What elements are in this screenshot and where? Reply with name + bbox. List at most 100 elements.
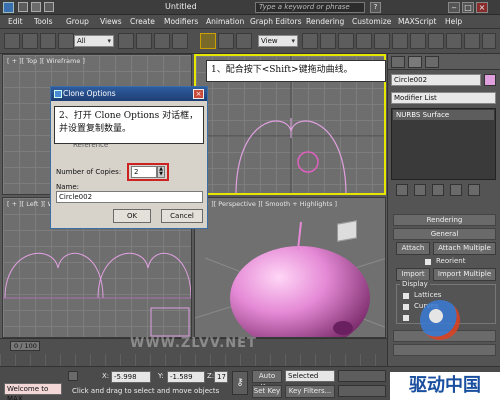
window-crossing-icon[interactable] bbox=[172, 33, 188, 49]
render-icon[interactable] bbox=[464, 33, 480, 49]
menu-rendering[interactable]: Rendering bbox=[306, 17, 344, 26]
search-input[interactable]: Type a keyword or phrase bbox=[255, 2, 365, 13]
new-file-icon[interactable] bbox=[18, 2, 28, 12]
menu-tools[interactable]: Tools bbox=[34, 17, 52, 26]
menu-customize[interactable]: Customize bbox=[352, 17, 391, 26]
make-unique-icon[interactable] bbox=[432, 184, 444, 196]
curve-editor-icon[interactable] bbox=[410, 33, 426, 49]
lattices-checkbox[interactable] bbox=[402, 292, 410, 300]
save-file-icon[interactable] bbox=[44, 2, 54, 12]
frame-input[interactable] bbox=[338, 385, 386, 397]
copies-spinner-input[interactable]: 2 bbox=[131, 166, 157, 178]
reference-coordinate-dropdown[interactable]: View bbox=[258, 35, 298, 47]
stack-tools-row bbox=[396, 184, 488, 196]
select-and-scale-icon[interactable] bbox=[236, 33, 252, 49]
reorient-label: Reorient bbox=[436, 257, 466, 265]
menu-maxscript[interactable]: MAXScript bbox=[398, 17, 437, 26]
surfaces-checkbox[interactable] bbox=[402, 314, 410, 322]
redo-icon[interactable] bbox=[22, 33, 38, 49]
menu-group[interactable]: Group bbox=[66, 17, 89, 26]
viewport-perspective[interactable]: [ + ][ Perspective ][ Smooth + Highlight… bbox=[194, 197, 386, 338]
import-multiple-button[interactable]: Import Multiple bbox=[433, 268, 496, 281]
curves-checkbox[interactable] bbox=[402, 303, 410, 311]
attach-button[interactable]: Attach bbox=[396, 242, 430, 255]
dialog-title: Clone Options bbox=[63, 89, 116, 98]
remove-modifier-icon[interactable] bbox=[450, 184, 462, 196]
configure-sets-icon[interactable] bbox=[468, 184, 480, 196]
attach-multiple-button[interactable]: Attach Multiple bbox=[433, 242, 496, 255]
modifier-stack: NURBS Surface bbox=[391, 108, 496, 180]
auto-key-button[interactable]: Auto Key bbox=[252, 370, 282, 391]
pivot-center-icon[interactable] bbox=[302, 33, 318, 49]
hierarchy-tab-icon[interactable] bbox=[425, 56, 439, 68]
track-bar[interactable] bbox=[0, 354, 387, 366]
reorient-checkbox[interactable] bbox=[424, 258, 432, 266]
select-by-name-icon[interactable] bbox=[136, 33, 152, 49]
collapsed-rollout-2[interactable] bbox=[393, 344, 496, 356]
menu-animation[interactable]: Animation bbox=[206, 17, 244, 26]
percent-snap-icon[interactable] bbox=[356, 33, 372, 49]
dialog-app-icon bbox=[54, 90, 62, 98]
close-button[interactable]: × bbox=[476, 2, 488, 13]
key-mode-dropdown[interactable]: Selected bbox=[285, 370, 335, 382]
menu-graph-editors[interactable]: Graph Editors bbox=[250, 17, 302, 26]
viewcube-icon[interactable] bbox=[337, 220, 357, 242]
pin-stack-icon[interactable] bbox=[396, 184, 408, 196]
undo-icon[interactable] bbox=[4, 33, 20, 49]
select-and-move-icon[interactable] bbox=[200, 33, 216, 49]
y-coordinate-input[interactable]: -1.589 bbox=[167, 371, 205, 383]
window-title: Untitled bbox=[165, 2, 197, 11]
rectangular-selection-icon[interactable] bbox=[154, 33, 170, 49]
maximize-button[interactable]: □ bbox=[462, 2, 474, 13]
render-setup-icon[interactable] bbox=[446, 33, 462, 49]
unlink-icon[interactable] bbox=[58, 33, 74, 49]
minimize-button[interactable]: ‒ bbox=[448, 2, 460, 13]
lock-selection-icon[interactable] bbox=[68, 371, 78, 381]
align-icon[interactable] bbox=[392, 33, 408, 49]
z-coordinate-input[interactable]: 17 bbox=[214, 371, 228, 383]
question-icon[interactable]: ? bbox=[370, 2, 381, 13]
object-color-swatch[interactable] bbox=[484, 74, 496, 86]
link-icon[interactable] bbox=[40, 33, 56, 49]
rendering-rollout[interactable]: Rendering bbox=[393, 214, 496, 226]
cancel-button[interactable]: Cancel bbox=[161, 209, 203, 223]
mirror-icon[interactable] bbox=[374, 33, 390, 49]
object-name-input[interactable]: Circle002 bbox=[391, 74, 481, 86]
maxscript-listener[interactable]: Welcome to MAX bbox=[4, 383, 62, 400]
name-label: Name: bbox=[56, 183, 80, 191]
menu-views[interactable]: Views bbox=[100, 17, 122, 26]
dialog-close-button[interactable]: × bbox=[193, 89, 204, 99]
lattices-label: Lattices bbox=[414, 291, 442, 299]
set-key-button[interactable]: Set Key bbox=[252, 385, 282, 398]
x-coordinate-input[interactable]: -5.998 bbox=[111, 371, 151, 383]
brand-watermark: 驱动中国 bbox=[390, 372, 500, 400]
copies-spinner-arrows-icon[interactable]: ▲ ▼ bbox=[157, 166, 165, 178]
ok-button[interactable]: OK bbox=[113, 209, 151, 223]
clone-name-input[interactable]: Circle002 bbox=[56, 191, 203, 203]
open-file-icon[interactable] bbox=[31, 2, 41, 12]
prompt-line: Click and drag to select and move object… bbox=[72, 387, 220, 395]
general-rollout[interactable]: General bbox=[393, 228, 496, 240]
create-tab-icon[interactable] bbox=[391, 56, 405, 68]
select-and-rotate-icon[interactable] bbox=[218, 33, 234, 49]
angle-snap-icon[interactable] bbox=[338, 33, 354, 49]
watermark-center: WWW.ZLVV.NET bbox=[130, 336, 257, 351]
selection-filter-dropdown[interactable]: All bbox=[74, 35, 114, 47]
key-filters-button[interactable]: Key Filters... bbox=[285, 385, 335, 398]
material-editor-icon[interactable] bbox=[428, 33, 444, 49]
max-app-icon[interactable] bbox=[3, 2, 14, 13]
stack-item-nurbs[interactable]: NURBS Surface bbox=[393, 110, 494, 120]
playback-controls[interactable] bbox=[338, 370, 386, 382]
modifier-list-dropdown[interactable]: Modifier List bbox=[391, 92, 496, 104]
menu-edit[interactable]: Edit bbox=[8, 17, 23, 26]
modify-tab-icon[interactable] bbox=[408, 56, 422, 68]
menu-help[interactable]: Help bbox=[445, 17, 462, 26]
dialog-title-bar[interactable]: Clone Options bbox=[51, 87, 207, 101]
quick-render-icon[interactable] bbox=[482, 33, 496, 49]
snap-toggle-icon[interactable] bbox=[320, 33, 336, 49]
key-icon[interactable]: ⚷ bbox=[232, 371, 248, 395]
select-object-icon[interactable] bbox=[118, 33, 134, 49]
menu-modifiers[interactable]: Modifiers bbox=[164, 17, 198, 26]
show-end-result-icon[interactable] bbox=[414, 184, 426, 196]
menu-create[interactable]: Create bbox=[130, 17, 155, 26]
